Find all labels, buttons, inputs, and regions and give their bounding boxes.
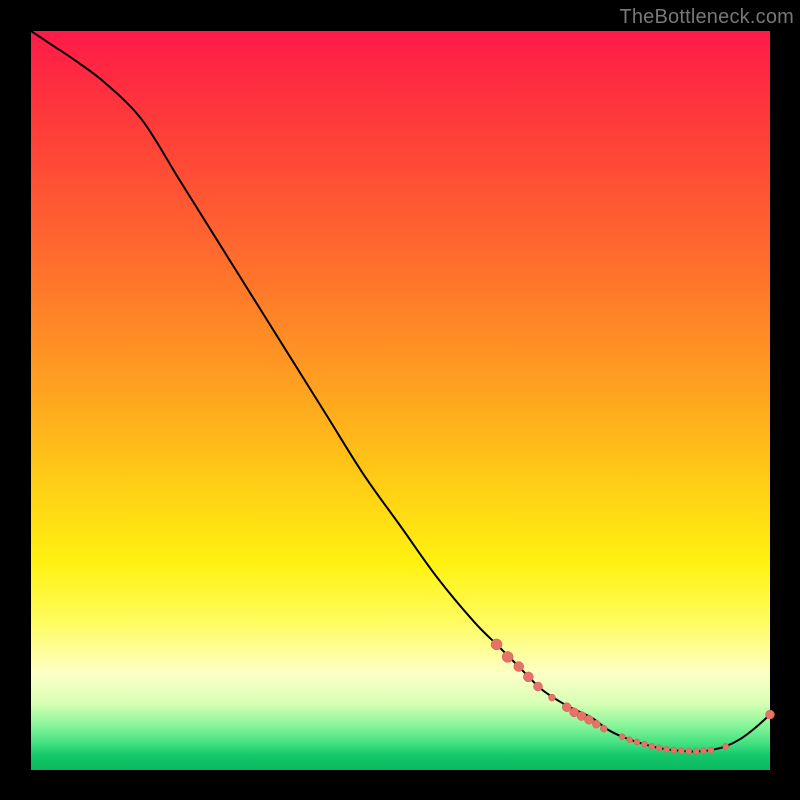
bottleneck-curve xyxy=(31,31,770,752)
data-marker xyxy=(619,734,625,740)
data-marker xyxy=(502,651,513,662)
data-marker xyxy=(708,747,714,753)
chart-frame: TheBottleneck.com xyxy=(0,0,800,800)
data-marker xyxy=(664,746,670,752)
data-marker xyxy=(600,725,607,732)
data-marker xyxy=(723,743,729,749)
data-marker xyxy=(627,737,633,743)
data-marker xyxy=(491,639,502,650)
data-marker xyxy=(533,682,542,691)
data-marker xyxy=(514,662,524,672)
data-marker xyxy=(634,739,640,745)
data-marker xyxy=(592,720,600,728)
data-marker xyxy=(671,747,677,753)
data-marker xyxy=(641,741,647,747)
plot-area xyxy=(31,31,770,770)
data-marker xyxy=(693,749,699,755)
data-marker xyxy=(549,694,556,701)
attribution-text: TheBottleneck.com xyxy=(619,6,794,29)
data-marker xyxy=(656,745,662,751)
data-marker xyxy=(649,743,655,749)
curve-svg xyxy=(31,31,770,770)
data-marker xyxy=(700,748,706,754)
data-marker xyxy=(584,715,593,724)
data-marker xyxy=(686,748,692,754)
marker-group xyxy=(491,639,774,755)
data-marker xyxy=(523,672,533,682)
data-marker xyxy=(678,748,684,754)
data-marker xyxy=(766,710,775,719)
